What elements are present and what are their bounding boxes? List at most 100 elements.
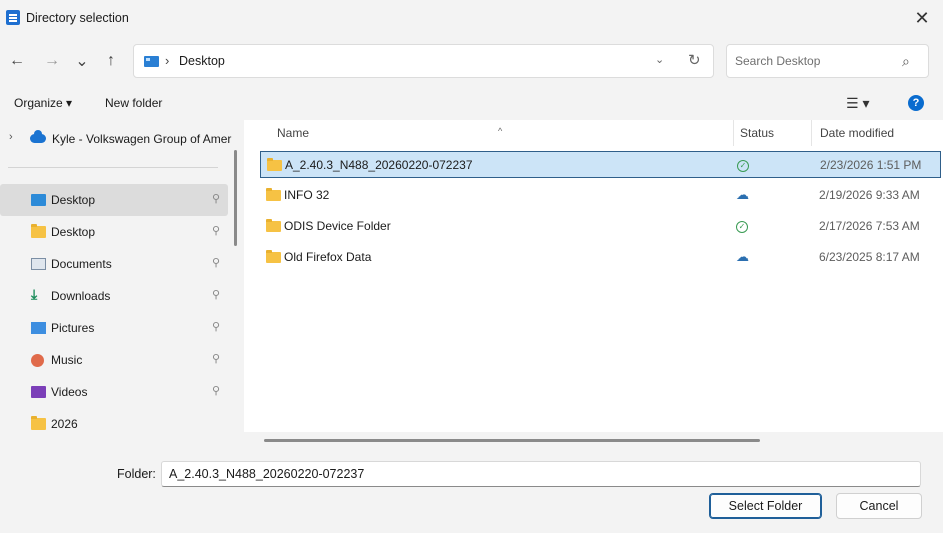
pictures-icon — [31, 322, 46, 334]
breadcrumb-separator-icon: › — [165, 53, 170, 68]
expand-chevron-icon[interactable]: › — [9, 131, 13, 143]
folder-icon — [267, 158, 282, 171]
organize-button[interactable]: Organize ▾ — [14, 96, 72, 110]
pin-icon[interactable]: ⚲ — [212, 320, 220, 333]
folder-name-input[interactable] — [161, 461, 921, 487]
date-modified: 2/17/2026 7:53 AM — [819, 219, 920, 233]
column-header-label: Status — [740, 126, 775, 140]
folder-icon — [31, 224, 46, 238]
onedrive-cloud-icon — [30, 130, 46, 143]
file-row[interactable]: Old Firefox Data ☁ 6/23/2025 8:17 AM — [260, 244, 941, 271]
file-row[interactable]: ODIS Device Folder ✓ 2/17/2026 7:53 AM — [260, 213, 941, 240]
back-arrow-icon: ← — [9, 52, 25, 69]
help-icon[interactable]: ? — [908, 95, 924, 111]
select-folder-button[interactable]: Select Folder — [709, 493, 822, 519]
sync-check-icon: ✓ — [736, 221, 748, 233]
close-button[interactable]: ✕ — [905, 5, 939, 31]
command-bar: Organize ▾ New folder ☰ ▾ ? — [0, 86, 943, 120]
file-name: A_2.40.3_N488_20260220-072237 — [285, 158, 473, 172]
file-row[interactable]: A_2.40.3_N488_20260220-072237 ✓ 2/23/2026 … — [260, 151, 941, 178]
forward-arrow-icon: → — [44, 52, 60, 69]
folder-label: Folder: — [117, 467, 156, 481]
window-title: Directory selection — [26, 11, 129, 25]
column-header-status[interactable]: Status — [734, 120, 812, 146]
file-name: Old Firefox Data — [284, 250, 372, 264]
column-header-label: Date modified — [820, 126, 895, 140]
desktop-icon — [31, 194, 46, 206]
pane-divider — [8, 167, 218, 168]
sidebar-item-desktop[interactable]: Desktop ⚲ — [0, 184, 228, 216]
new-folder-button[interactable]: New folder — [105, 96, 162, 110]
up-button[interactable]: ↑ — [99, 50, 123, 72]
cloud-only-icon: ☁ — [736, 187, 749, 202]
file-row[interactable]: INFO 32 ☁ 2/19/2026 9:33 AM — [260, 182, 941, 209]
videos-icon — [31, 386, 46, 398]
breadcrumb-desktop[interactable]: Desktop — [179, 54, 225, 68]
date-modified: 2/23/2026 1:51 PM — [820, 158, 922, 172]
desktop-location-icon — [144, 56, 159, 67]
search-box[interactable]: ⌕ — [726, 44, 929, 78]
folder-icon — [266, 250, 281, 263]
sidebar-item-label: 2026 — [51, 417, 78, 431]
chevron-down-icon: ⌄ — [75, 53, 89, 70]
sort-ascending-icon: ^ — [498, 126, 503, 136]
recent-locations-button[interactable]: ⌄ — [70, 50, 94, 72]
pin-icon[interactable]: ⚲ — [212, 352, 220, 365]
view-options-button[interactable]: ☰ ▾ — [846, 95, 869, 112]
column-header-name[interactable]: Name ^ — [244, 120, 734, 146]
downloads-icon: ⤓ — [31, 286, 38, 302]
sidebar-item-downloads[interactable]: ⤓ Downloads ⚲ — [0, 280, 228, 312]
title-bar: Directory selection ✕ — [0, 0, 943, 36]
sidebar-item-videos[interactable]: Videos ⚲ — [0, 376, 228, 408]
address-bar[interactable]: › Desktop ⌄ ↻ — [133, 44, 714, 78]
address-dropdown-icon[interactable]: ⌄ — [655, 53, 664, 66]
horizontal-scrollbar[interactable] — [264, 439, 760, 442]
sidebar-item-label: Documents — [51, 257, 112, 271]
column-header-label: Name — [277, 126, 310, 140]
sidebar-item-documents[interactable]: Documents ⚲ — [0, 248, 228, 280]
column-header-date-modified[interactable]: Date modified — [812, 120, 943, 146]
navigation-pane: › Kyle - Volkswagen Group of Amer Deskto… — [0, 120, 244, 450]
sidebar-item-label: Videos — [51, 385, 88, 399]
back-button[interactable]: ← — [5, 50, 29, 72]
folder-icon — [31, 416, 46, 430]
sidebar-item-label: Downloads — [51, 289, 111, 303]
sidebar-item-music[interactable]: Music ⚲ — [0, 344, 228, 376]
pin-icon[interactable]: ⚲ — [212, 256, 220, 269]
tree-item-onedrive[interactable]: › Kyle - Volkswagen Group of Amer — [0, 125, 244, 151]
sidebar-item-label: Desktop — [51, 225, 96, 239]
sidebar-item-label: Music — [51, 353, 83, 367]
search-icon[interactable]: ⌕ — [902, 53, 910, 70]
music-icon — [31, 354, 44, 367]
pin-icon[interactable]: ⚲ — [212, 288, 220, 301]
refresh-icon[interactable]: ↻ — [688, 51, 701, 69]
sidebar-item-label: Desktop — [51, 193, 96, 207]
search-input[interactable] — [735, 53, 895, 69]
sidebar-item-2026[interactable]: 2026 — [0, 408, 228, 440]
sidebar-item-desktop[interactable]: Desktop ⚲ — [0, 216, 228, 248]
sidebar-item-pictures[interactable]: Pictures ⚲ — [0, 312, 228, 344]
cloud-only-icon: ☁ — [736, 249, 749, 264]
pin-icon[interactable]: ⚲ — [212, 224, 220, 237]
folder-icon — [266, 219, 281, 232]
forward-button[interactable]: → — [40, 50, 64, 72]
file-name: INFO 32 — [284, 188, 330, 202]
folder-icon — [266, 188, 281, 201]
file-name: ODIS Device Folder — [284, 219, 391, 233]
app-icon — [6, 10, 20, 25]
sidebar-item-label: Pictures — [51, 321, 95, 335]
file-list-pane: Name ^ Status Date modified A_2.40.3_N48… — [244, 120, 943, 450]
navigation-bar: ← → ⌄ ↑ › Desktop ⌄ ↻ ⌕ — [0, 36, 943, 86]
sync-check-icon: ✓ — [737, 160, 749, 172]
close-icon: ✕ — [914, 7, 930, 28]
documents-icon — [31, 258, 46, 270]
tree-item-label: Kyle - Volkswagen Group of Amer — [52, 132, 232, 146]
date-modified: 6/23/2025 8:17 AM — [819, 250, 920, 264]
dialog-footer: Folder: Select Folder Cancel — [0, 450, 943, 533]
directory-selection-dialog: Directory selection ✕ ← → ⌄ ↑ › Desktop … — [0, 0, 943, 533]
pin-icon[interactable]: ⚲ — [212, 192, 220, 205]
up-arrow-icon: ↑ — [107, 52, 115, 69]
cancel-button[interactable]: Cancel — [836, 493, 922, 519]
navigation-scrollbar[interactable] — [234, 150, 237, 246]
pin-icon[interactable]: ⚲ — [212, 384, 220, 397]
